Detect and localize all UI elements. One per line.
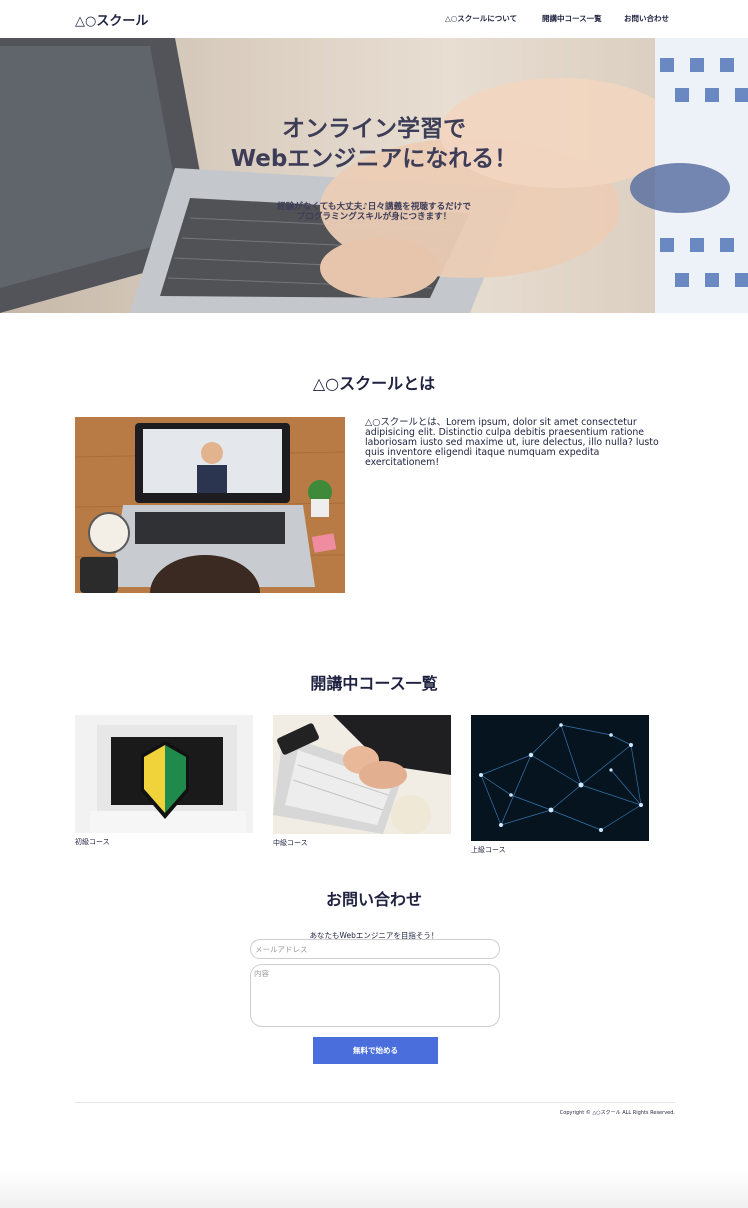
- site-logo[interactable]: △○スクール: [75, 10, 148, 29]
- course-image-advanced: [471, 715, 649, 841]
- course-card-intermediate[interactable]: 中級コース: [273, 715, 451, 848]
- nav-link-contact[interactable]: お問い合わせ: [624, 13, 669, 24]
- course-label-intermediate: 中級コース: [273, 839, 308, 847]
- contact-title: お問い合わせ: [325, 890, 422, 909]
- hero-section: オンライン学習で Webエンジニアになれる！ 経験がなくても大丈夫♪日々講義を視…: [0, 38, 748, 313]
- hero-subtitle: 経験がなくても大丈夫♪日々講義を視聴するだけで プログラミングスキルが身につきま…: [0, 202, 748, 222]
- about-description: △○スクールとは、Lorem ipsum, dolor sit amet con…: [365, 417, 659, 468]
- course-label-advanced: 上級コース: [471, 846, 506, 854]
- nav-link-about[interactable]: △○スクールについて: [445, 13, 517, 24]
- start-free-button[interactable]: 無料で始める: [313, 1037, 438, 1064]
- about-image: [75, 417, 345, 593]
- course-image-intermediate: [273, 715, 451, 834]
- hero-background-image: [0, 38, 748, 313]
- course-card-beginner[interactable]: 初級コース: [75, 715, 253, 847]
- copyright-text: Copyright © △○スクール ALL Rights Reserved.: [559, 1110, 675, 1116]
- hero-subtitle-line2: プログラミングスキルが身につきます！: [296, 212, 452, 222]
- courses-title: 開講中コース一覧: [310, 674, 438, 693]
- hero-title: オンライン学習で Webエンジニアになれる！: [0, 114, 748, 174]
- about-title: △○スクールとは: [312, 374, 436, 393]
- footer-divider: [75, 1102, 675, 1103]
- hero-subtitle-line1: 経験がなくても大丈夫♪日々講義を視聴するだけで: [277, 202, 471, 212]
- email-field[interactable]: [250, 939, 500, 959]
- message-field[interactable]: [250, 964, 500, 1027]
- course-card-advanced[interactable]: 上級コース: [471, 715, 649, 855]
- nav-link-courses[interactable]: 開講中コース一覧: [542, 13, 602, 24]
- hero-title-line1: オンライン学習で: [282, 116, 466, 142]
- site-header: △○スクール △○スクールについて 開講中コース一覧 お問い合わせ: [0, 0, 748, 38]
- page-bottom-shade: [0, 1170, 748, 1208]
- course-image-beginner: [75, 715, 253, 833]
- hero-title-line2: Webエンジニアになれる！: [230, 146, 518, 172]
- course-label-beginner: 初級コース: [75, 838, 110, 846]
